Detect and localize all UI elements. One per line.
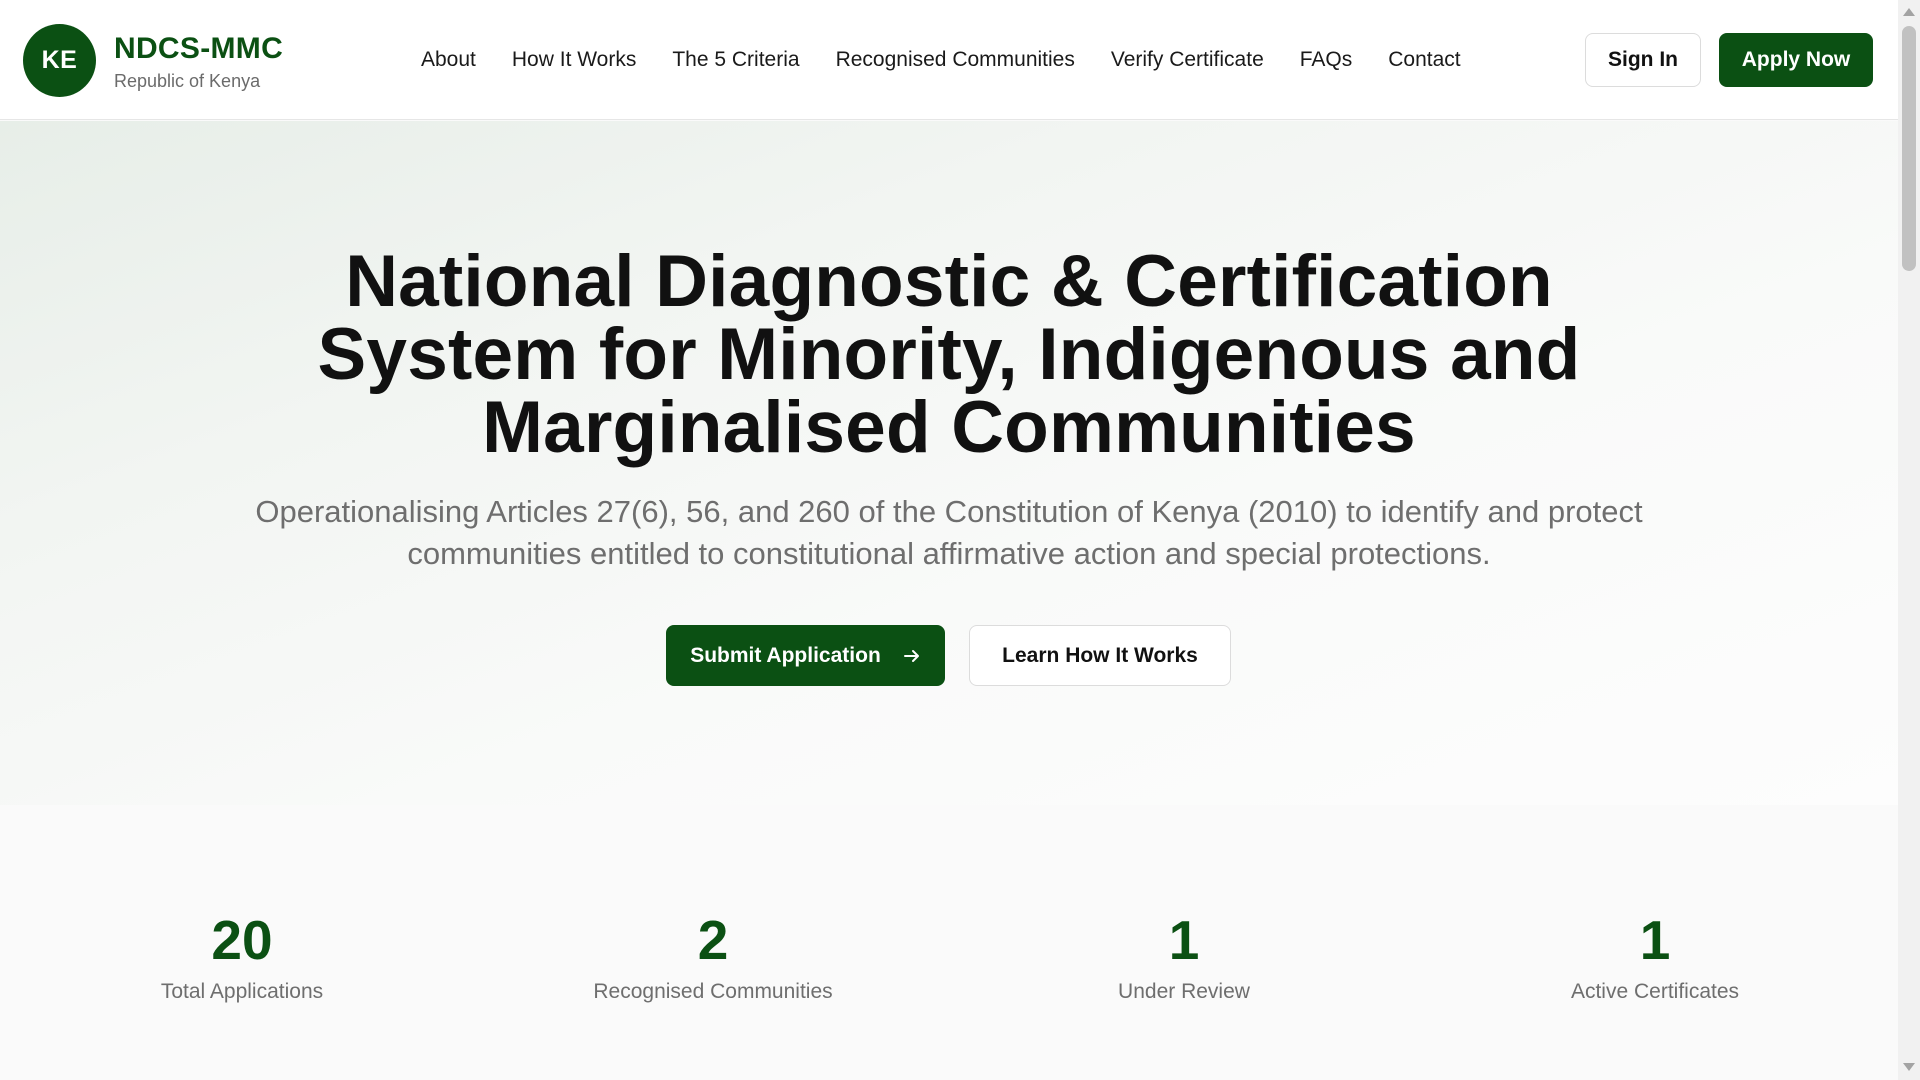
stat-label: Recognised Communities: [593, 980, 833, 1003]
stat-value: 20: [211, 909, 273, 971]
nav-link-verify-certificate[interactable]: Verify Certificate: [1111, 48, 1264, 72]
scroll-up-arrow-icon[interactable]: [1903, 8, 1915, 16]
arrow-right-icon: [903, 647, 921, 665]
stats-section: 20 Total Applications 2 Recognised Commu…: [0, 805, 1898, 1080]
stat-under-review: 1 Under Review: [984, 910, 1384, 1004]
brand-subtitle: Republic of Kenya: [114, 71, 261, 91]
nav-link-contact[interactable]: Contact: [1388, 48, 1460, 72]
stat-recognised-communities: 2 Recognised Communities: [513, 910, 913, 1004]
hero-title-line: National Diagnostic & Certification: [345, 241, 1553, 322]
nav-link-faqs[interactable]: FAQs: [1300, 48, 1353, 72]
site-header: KE NDCS-MMC Republic of Kenya About How …: [0, 0, 1898, 120]
stat-value: 2: [697, 909, 729, 971]
apply-now-button[interactable]: Apply Now: [1719, 33, 1873, 87]
nav-link-how-it-works[interactable]: How It Works: [512, 48, 636, 72]
hero-section: National Diagnostic & Certification Syst…: [0, 121, 1898, 805]
scroll-down-arrow-icon[interactable]: [1903, 1063, 1915, 1071]
sign-in-button[interactable]: Sign In: [1585, 33, 1701, 87]
stat-label: Active Certificates: [1570, 980, 1740, 1003]
hero-title: National Diagnostic & Certification Syst…: [0, 245, 1898, 464]
nav-link-about[interactable]: About: [421, 48, 476, 72]
page: KE NDCS-MMC Republic of Kenya About How …: [0, 0, 1898, 1080]
brand-title[interactable]: NDCS-MMC: [114, 32, 283, 66]
stat-value: 1: [1639, 909, 1671, 971]
hero-title-line: Marginalised Communities: [482, 387, 1416, 468]
scrollbar-thumb[interactable]: [1902, 26, 1916, 271]
stat-label: Total Applications: [160, 980, 324, 1003]
vertical-scrollbar[interactable]: [1898, 0, 1920, 1080]
stat-value: 1: [1168, 909, 1200, 971]
nav-link-recognised-communities[interactable]: Recognised Communities: [836, 48, 1075, 72]
stat-total-applications: 20 Total Applications: [42, 910, 442, 1004]
submit-application-button[interactable]: Submit Application: [666, 625, 945, 686]
learn-how-it-works-button[interactable]: Learn How It Works: [969, 625, 1231, 686]
submit-application-label: Submit Application: [690, 643, 881, 667]
stat-label: Under Review: [1118, 980, 1250, 1003]
logo-badge[interactable]: KE: [23, 24, 96, 97]
stat-active-certificates: 1 Active Certificates: [1455, 910, 1855, 1004]
hero-subtitle: Operationalising Articles 27(6), 56, and…: [255, 494, 1643, 571]
main-nav: About How It Works The 5 Criteria Recogn…: [421, 48, 1497, 72]
nav-link-criteria[interactable]: The 5 Criteria: [672, 48, 799, 72]
hero-title-line: System for Minority, Indigenous and: [317, 314, 1581, 395]
